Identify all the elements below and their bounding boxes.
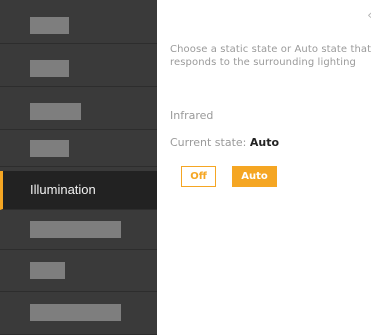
chevron-left-icon[interactable]: ‹: [367, 8, 372, 22]
off-button[interactable]: Off: [181, 166, 216, 187]
sidebar-item-8[interactable]: [0, 292, 157, 335]
sidebar-item-placeholder: [30, 17, 69, 34]
sidebar-item-3[interactable]: [0, 93, 157, 130]
main-panel: ‹ Choose a static state or Auto state th…: [157, 0, 374, 335]
sidebar-item-6[interactable]: [0, 210, 157, 250]
current-state: Current state: Auto: [170, 136, 279, 149]
sidebar-item-label: Illumination: [30, 182, 96, 197]
sidebar-item-placeholder: [30, 304, 121, 321]
current-state-label: Current state:: [170, 136, 247, 149]
sidebar-item-4[interactable]: [0, 130, 157, 167]
sidebar-item-placeholder: [30, 103, 81, 120]
sidebar-item-placeholder: [30, 262, 65, 279]
sidebar-item-placeholder: [30, 140, 69, 157]
description-text: Choose a static state or Auto state that…: [170, 44, 372, 68]
current-state-value: Auto: [249, 136, 280, 149]
sidebar-item-illumination[interactable]: Illumination: [0, 171, 157, 210]
sidebar-item-7[interactable]: [0, 250, 157, 292]
sidebar-item-2[interactable]: [0, 50, 157, 87]
section-title: Infrared: [170, 109, 214, 122]
sidebar: Illumination: [0, 0, 157, 335]
auto-button[interactable]: Auto: [232, 166, 277, 187]
sidebar-item-placeholder: [30, 60, 69, 77]
sidebar-item-placeholder: [30, 221, 121, 238]
sidebar-item-1[interactable]: [0, 7, 157, 44]
